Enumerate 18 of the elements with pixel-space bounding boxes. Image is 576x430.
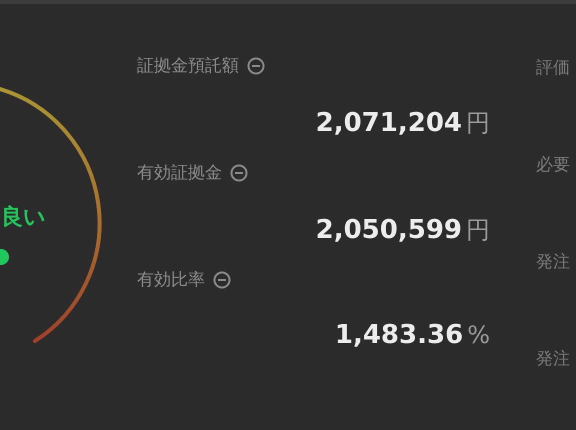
status-text: 良い bbox=[1, 204, 46, 232]
status-icon bbox=[0, 248, 10, 266]
metric-label: 必要 bbox=[536, 154, 570, 176]
metric-label: 評価 bbox=[536, 57, 570, 79]
unit-text: 円 bbox=[466, 215, 490, 246]
unit-text: 円 bbox=[466, 108, 490, 139]
metric-label: 発注 bbox=[536, 251, 570, 273]
metric-value: 1,483.36 bbox=[334, 321, 464, 349]
metric-value: 2,050,599 bbox=[316, 216, 462, 244]
unit-text: % bbox=[467, 321, 490, 349]
metric-label: 有効比率 bbox=[137, 269, 205, 291]
info-icon[interactable] bbox=[230, 164, 248, 182]
metric-label: 有効証拠金 bbox=[137, 162, 222, 184]
metric-label: 証拠金預託額 bbox=[137, 55, 239, 77]
metric-value: 2,071,204 bbox=[316, 109, 462, 137]
info-icon[interactable] bbox=[213, 270, 231, 288]
metric-label: 発注 bbox=[536, 348, 570, 370]
info-icon[interactable] bbox=[247, 56, 265, 74]
